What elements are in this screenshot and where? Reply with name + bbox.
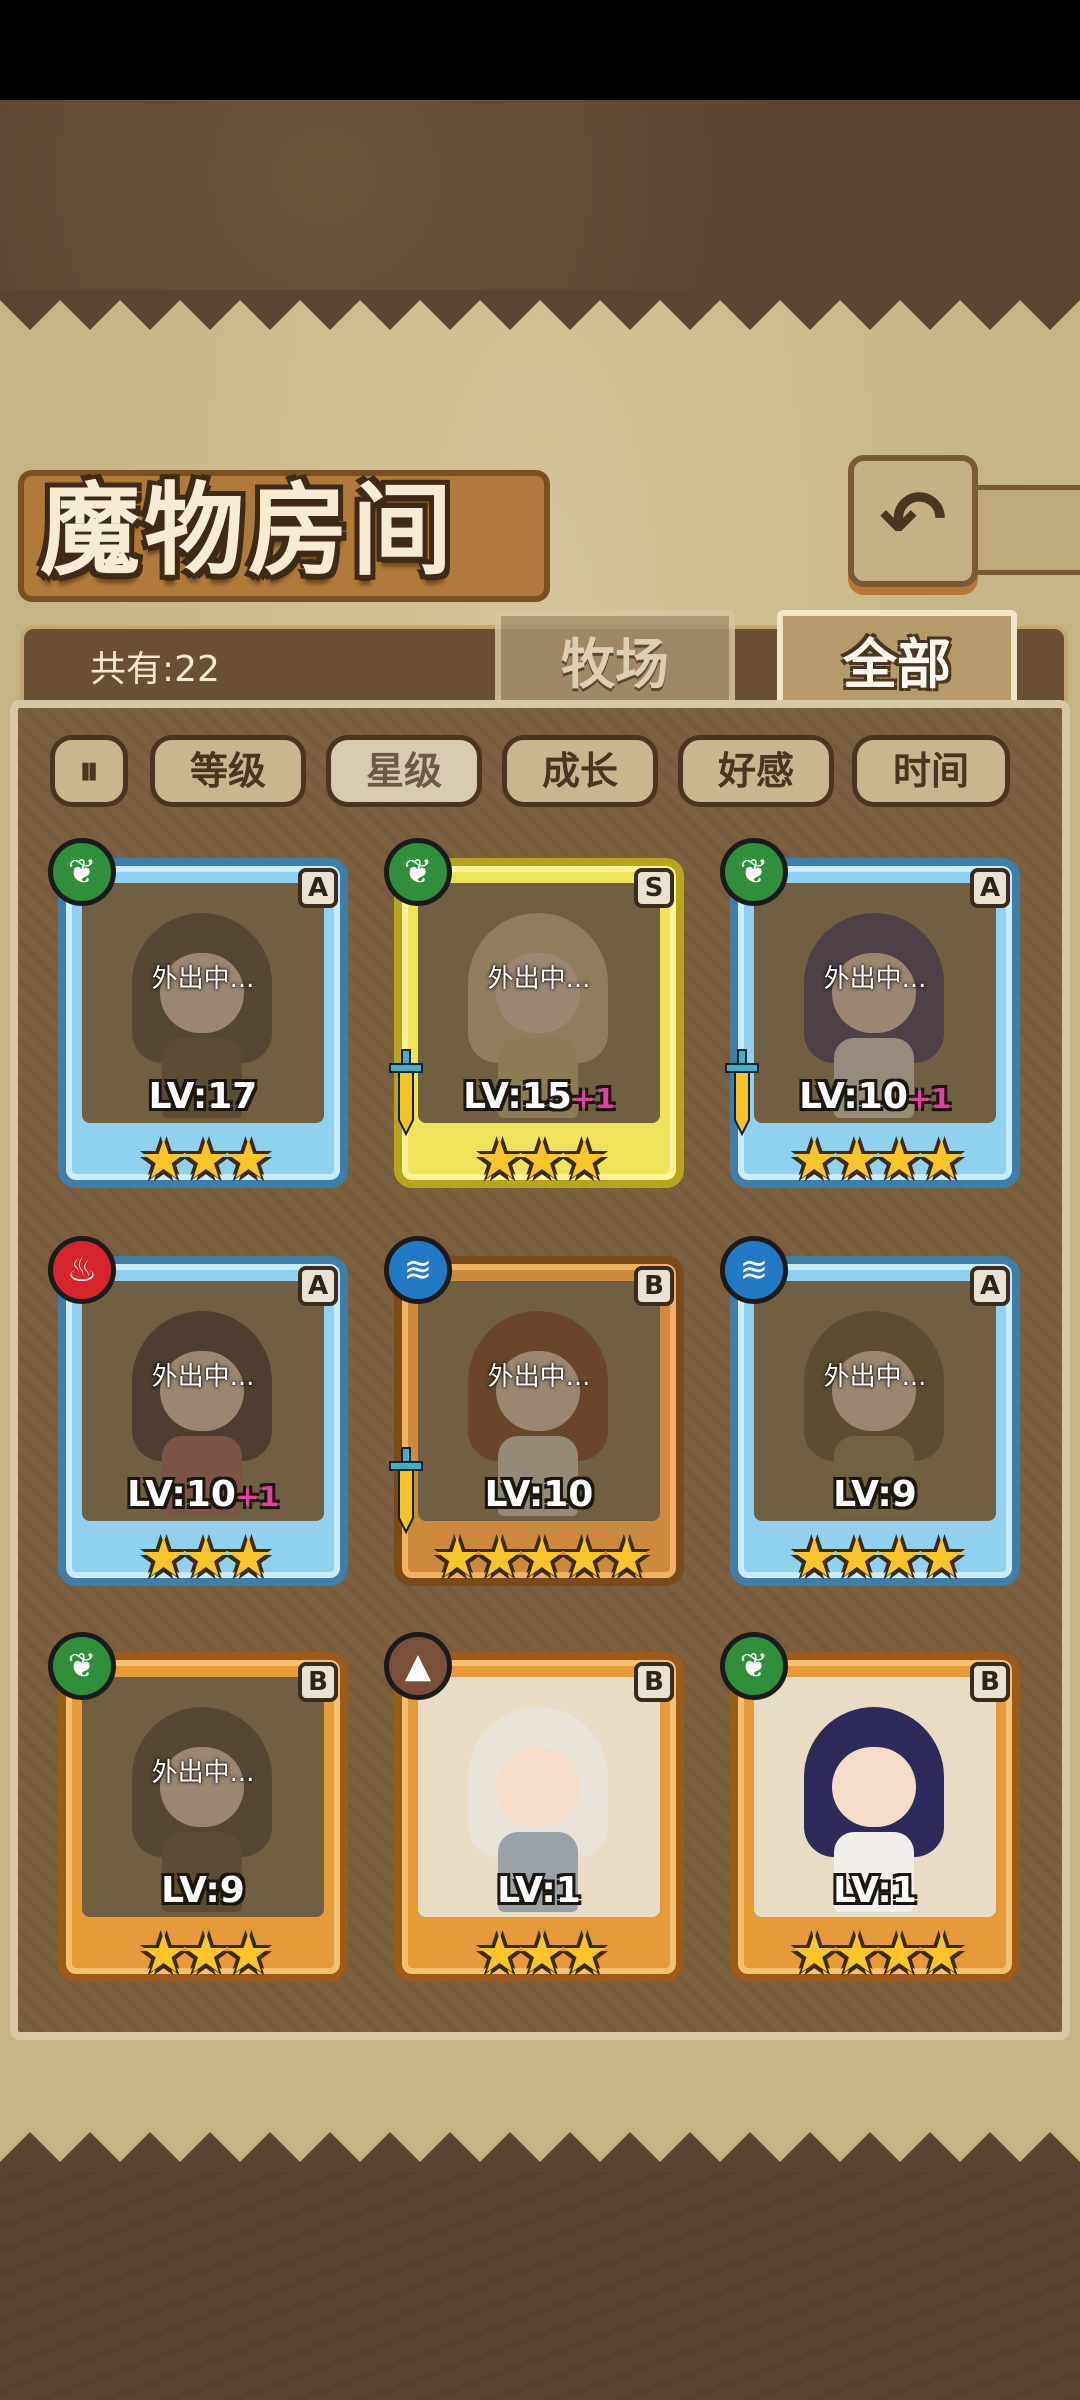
sword-icon xyxy=(389,1049,423,1137)
monster-level: LV:15+1 xyxy=(418,1076,660,1117)
monster-card[interactable]: 外出中... ❦ A LV:17 ★★★ xyxy=(48,838,348,1198)
grass-element-icon: ❦ xyxy=(384,838,452,906)
star-rating: ★★★ xyxy=(475,1922,608,1985)
level-bonus: +1 xyxy=(907,1082,951,1115)
monster-level: LV:10+1 xyxy=(82,1474,324,1515)
monster-level: LV:17 xyxy=(82,1076,324,1117)
monster-status: 外出中... xyxy=(151,1362,255,1392)
sort-toggle-button[interactable]: ⏸ xyxy=(50,735,128,807)
sort-by-time-button[interactable]: 时间 xyxy=(852,735,1010,807)
star-rating: ★★★ xyxy=(475,1128,608,1191)
monster-status: 外出中... xyxy=(823,964,927,994)
rank-badge: A xyxy=(970,1266,1010,1306)
rank-badge: A xyxy=(298,1266,338,1306)
monster-card[interactable]: 外出中... ♨ A LV:10+1 ★★★ xyxy=(48,1236,348,1596)
back-arrow-icon: ↶ xyxy=(879,473,947,566)
monster-level: LV:10+1 xyxy=(754,1076,996,1117)
level-text: LV:15 xyxy=(463,1076,572,1117)
sort-by-growth-button[interactable]: 成长 xyxy=(502,735,658,807)
monster-status: 外出中... xyxy=(487,1362,591,1392)
monster-card[interactable]: ▲ B LV:1 ★★★ xyxy=(384,1632,684,1992)
back-button[interactable]: ↶ xyxy=(848,455,978,587)
rank-badge: B xyxy=(970,1662,1010,1702)
monster-level: LV:10 xyxy=(418,1474,660,1515)
sword-icon xyxy=(389,1447,423,1535)
status-bar xyxy=(0,0,1080,100)
monster-status: 外出中... xyxy=(151,964,255,994)
sword-icon xyxy=(725,1049,759,1137)
level-text: LV:9 xyxy=(161,1870,245,1911)
map-background-top xyxy=(0,100,1080,290)
rank-badge: B xyxy=(298,1662,338,1702)
page-title: 魔物房间 xyxy=(40,471,456,589)
monster-card[interactable]: 外出中... ≋ B LV:10 ★★★★★ xyxy=(384,1236,684,1596)
rank-badge: S xyxy=(634,868,674,908)
rank-badge: B xyxy=(634,1266,674,1306)
fire-element-icon: ♨ xyxy=(48,1236,116,1304)
monster-card[interactable]: 外出中... ≋ A LV:9 ★★★★ xyxy=(720,1236,1020,1596)
level-text: LV:1 xyxy=(497,1870,581,1911)
sort-toggle-icon: ⏸ xyxy=(79,748,99,794)
sort-by-stars-button[interactable]: 星级 xyxy=(326,735,482,807)
monster-status: 外出中... xyxy=(487,964,591,994)
zigzag-border-bottom xyxy=(0,2132,1080,2172)
monster-count: 共有:22 xyxy=(90,649,220,690)
rank-badge: B xyxy=(634,1662,674,1702)
monster-card[interactable]: ❦ B LV:1 ★★★★ xyxy=(720,1632,1020,1992)
water-element-icon: ≋ xyxy=(384,1236,452,1304)
monster-level: LV:9 xyxy=(754,1474,996,1515)
level-text: LV:17 xyxy=(148,1076,258,1117)
level-bonus: +1 xyxy=(235,1480,279,1513)
monster-card[interactable]: 外出中... ❦ A LV:10+1 ★★★★ xyxy=(720,838,1020,1198)
monster-level: LV:1 xyxy=(754,1870,996,1911)
star-rating: ★★★ xyxy=(139,1922,272,1985)
monster-level: LV:9 xyxy=(82,1870,324,1911)
map-background-bottom xyxy=(0,2170,1080,2400)
rank-badge: A xyxy=(298,868,338,908)
level-text: LV:9 xyxy=(833,1474,917,1515)
grass-element-icon: ❦ xyxy=(48,838,116,906)
star-rating: ★★★ xyxy=(139,1128,272,1191)
level-text: LV:10 xyxy=(799,1076,908,1117)
monster-card[interactable]: 外出中... ❦ B LV:9 ★★★ xyxy=(48,1632,348,1992)
star-rating: ★★★ xyxy=(139,1526,272,1589)
monster-card[interactable]: 外出中... ❦ S LV:15+1 ★★★ xyxy=(384,838,684,1198)
grass-element-icon: ❦ xyxy=(48,1632,116,1700)
level-text: LV:10 xyxy=(484,1474,594,1515)
earth-element-icon: ▲ xyxy=(384,1632,452,1700)
sort-by-affection-button[interactable]: 好感 xyxy=(678,735,834,807)
sort-by-level-button[interactable]: 等级 xyxy=(150,735,306,807)
monster-status: 外出中... xyxy=(823,1362,927,1392)
zigzag-border-top xyxy=(0,290,1080,330)
water-element-icon: ≋ xyxy=(720,1236,788,1304)
star-rating: ★★★★ xyxy=(790,1922,966,1985)
star-rating: ★★★★★ xyxy=(432,1526,651,1589)
level-text: LV:1 xyxy=(833,1870,917,1911)
star-rating: ★★★★ xyxy=(790,1128,966,1191)
back-button-rail xyxy=(960,485,1080,575)
level-text: LV:10 xyxy=(127,1474,236,1515)
grass-element-icon: ❦ xyxy=(720,1632,788,1700)
monster-level: LV:1 xyxy=(418,1870,660,1911)
grass-element-icon: ❦ xyxy=(720,838,788,906)
star-rating: ★★★★ xyxy=(790,1526,966,1589)
monster-status: 外出中... xyxy=(151,1758,255,1788)
level-bonus: +1 xyxy=(571,1082,615,1115)
rank-badge: A xyxy=(970,868,1010,908)
